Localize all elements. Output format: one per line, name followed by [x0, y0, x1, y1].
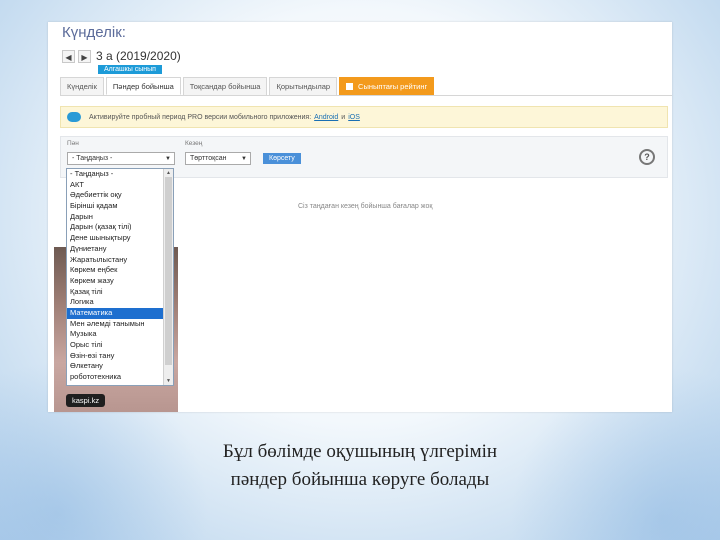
subject-option[interactable]: Дүниетану	[67, 244, 165, 255]
banner-conj: и	[341, 113, 346, 121]
slide-caption: Бұл бөлімде оқушының үлгерімін пәндер бо…	[0, 438, 720, 494]
show-button[interactable]: Көрсету	[263, 153, 301, 164]
quarter-select[interactable]: Төрттоқсан ▼	[185, 152, 251, 165]
tab-class-rating[interactable]: Сыныптағы рейтинг	[339, 77, 435, 95]
subject-select-value: - Таңдаңыз -	[72, 155, 113, 162]
tab-class-rating-label: Сыныптағы рейтинг	[358, 82, 428, 91]
android-link[interactable]: Android	[314, 114, 338, 121]
chevron-down-icon: ▼	[241, 156, 247, 162]
subject-label: Пән	[67, 140, 79, 147]
subject-option[interactable]: Өлкетану	[67, 361, 165, 372]
next-class-button[interactable]: ▶	[78, 50, 91, 63]
help-icon[interactable]: ?	[639, 149, 655, 165]
tab-diary[interactable]: Күнделік	[60, 77, 104, 95]
subject-option[interactable]: Музыка	[67, 329, 165, 340]
quarter-select-value: Төрттоқсан	[190, 155, 227, 162]
subject-option[interactable]: Орыс тілі	[67, 340, 165, 351]
scroll-up-icon[interactable]: ▲	[164, 169, 173, 177]
subject-option[interactable]: Бірінші қадам	[67, 201, 165, 212]
class-name: 3 а (2019/2020)	[96, 49, 181, 63]
app-screenshot: Күнделік: ◀ ▶ 3 а (2019/2020) Алгашкы сы…	[48, 22, 672, 412]
subject-option[interactable]: Қазақ тілі	[67, 287, 165, 298]
subject-option[interactable]: Көркем еңбек	[67, 265, 165, 276]
scroll-down-icon[interactable]: ▼	[164, 377, 173, 385]
kaspi-brand-badge[interactable]: kaspi.kz	[66, 394, 106, 407]
subject-option[interactable]: Дарын	[67, 212, 165, 223]
tab-results[interactable]: Қорытындылар	[269, 77, 338, 95]
subject-option[interactable]: Математика	[67, 307, 165, 319]
subject-option[interactable]: - Таңдаңыз -	[67, 169, 165, 180]
subject-options: - Таңдаңыз - АКТ Әдебиеттік оқу Бірінші қад…	[67, 169, 173, 383]
subject-select[interactable]: - Таңдаңыз - ▼	[67, 152, 175, 165]
subject-option[interactable]: Жаратылыстану	[67, 255, 165, 266]
subject-option[interactable]: Мен әлемді танымын	[67, 319, 165, 330]
class-subtitle-badge: Алгашкы сынып	[98, 65, 162, 74]
subject-option[interactable]: робототехника	[67, 372, 165, 383]
page-title: Күнделік:	[62, 24, 126, 41]
ios-link[interactable]: iOS	[348, 114, 360, 121]
subject-option[interactable]: Көркем жазу	[67, 276, 165, 287]
subject-dropdown-list[interactable]: - Таңдаңыз - АКТ Әдебиеттік оқу Бірінші қад…	[66, 168, 174, 386]
subject-option[interactable]: Өзін-өзі тану	[67, 351, 165, 362]
download-cloud-icon	[67, 112, 81, 122]
subject-option[interactable]: АКТ	[67, 180, 165, 191]
no-data-message: Сіз таңдаған кезең бойынша бағалар жоқ	[298, 203, 433, 210]
scroll-thumb[interactable]	[165, 177, 172, 365]
subject-option[interactable]: Әдебиеттік оқу	[67, 190, 165, 201]
rating-icon	[346, 83, 354, 90]
tab-by-quarters[interactable]: Тоқсандар бойынша	[182, 77, 268, 95]
subject-option[interactable]: Логика	[67, 297, 165, 308]
banner-text: Активируйте пробный период PRO версии мо…	[89, 113, 312, 121]
chevron-down-icon: ▼	[165, 156, 171, 162]
tab-divider	[60, 95, 672, 96]
dropdown-scrollbar[interactable]: ▲ ▼	[163, 169, 173, 385]
tab-bar: Күнделік Пәндер бойынша Тоқсандар бойынш…	[60, 77, 436, 95]
caption-line-2: пәндер бойынша көруге болады	[230, 469, 490, 490]
caption-line-1: Бұл бөлімде оқушының үлгерімін	[222, 441, 498, 462]
pro-banner: Активируйте пробный период PRO версии мо…	[60, 106, 668, 128]
subject-option[interactable]: Дарын (қазақ тілі)	[67, 222, 165, 233]
prev-class-button[interactable]: ◀	[62, 50, 75, 63]
subject-option[interactable]: Дене шынықтыру	[67, 233, 165, 244]
quarter-label: Кезең	[185, 140, 203, 147]
tab-by-subjects[interactable]: Пәндер бойынша	[105, 77, 181, 95]
